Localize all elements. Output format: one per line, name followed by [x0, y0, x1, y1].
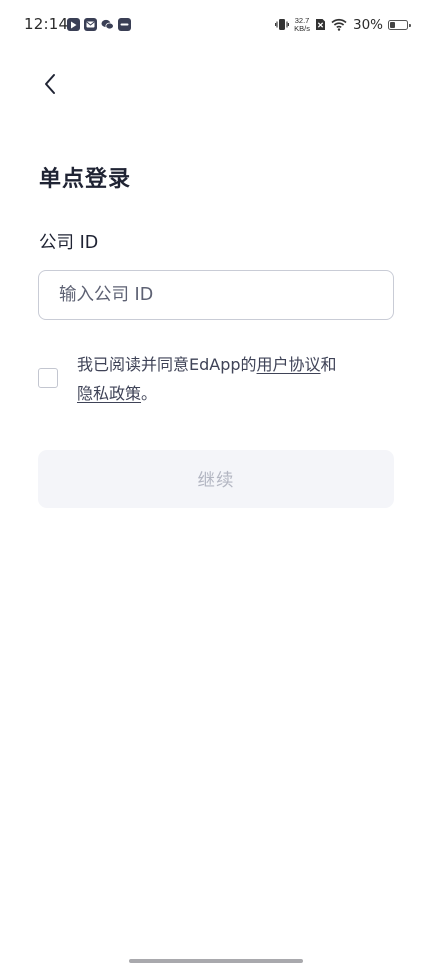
mail-icon: [84, 18, 97, 31]
status-bar: 12:14 32.7 KB/s 30%: [0, 0, 432, 50]
play-store-icon: [67, 18, 80, 31]
no-sim-icon: [315, 16, 326, 35]
app-icon: [118, 18, 131, 31]
agree-checkbox[interactable]: [38, 368, 58, 388]
battery-level: [390, 22, 395, 28]
company-id-input[interactable]: [38, 270, 394, 320]
vibrate-icon: [275, 16, 290, 35]
agreement-prefix: 我已阅读并同意EdApp的: [77, 355, 257, 374]
status-right: 32.7 KB/s 30%: [275, 14, 411, 36]
wifi-icon: [331, 16, 347, 35]
network-speed: 32.7 KB/s: [294, 17, 310, 33]
network-speed-unit: KB/s: [294, 24, 310, 33]
battery-percent: 30%: [352, 17, 383, 33]
privacy-policy-link[interactable]: 隐私政策: [77, 384, 141, 403]
agreement-text: 我已阅读并同意EdApp的用户协议和隐私政策。: [77, 350, 397, 408]
notification-icons: [67, 18, 131, 31]
status-time: 12:14: [24, 15, 69, 33]
back-button[interactable]: [32, 66, 68, 102]
agreement-conjunction: 和: [320, 355, 337, 374]
battery-icon: [388, 20, 411, 30]
page-title: 单点登录: [39, 167, 132, 192]
terms-link[interactable]: 用户协议: [257, 355, 321, 374]
home-indicator[interactable]: [129, 959, 303, 963]
agreement-suffix: 。: [141, 384, 158, 403]
battery-tip: [408, 23, 411, 27]
company-id-label: 公司 ID: [39, 233, 99, 253]
wechat-icon: [101, 18, 114, 31]
chevron-left-icon: [45, 74, 55, 94]
continue-button[interactable]: 继续: [38, 450, 394, 508]
